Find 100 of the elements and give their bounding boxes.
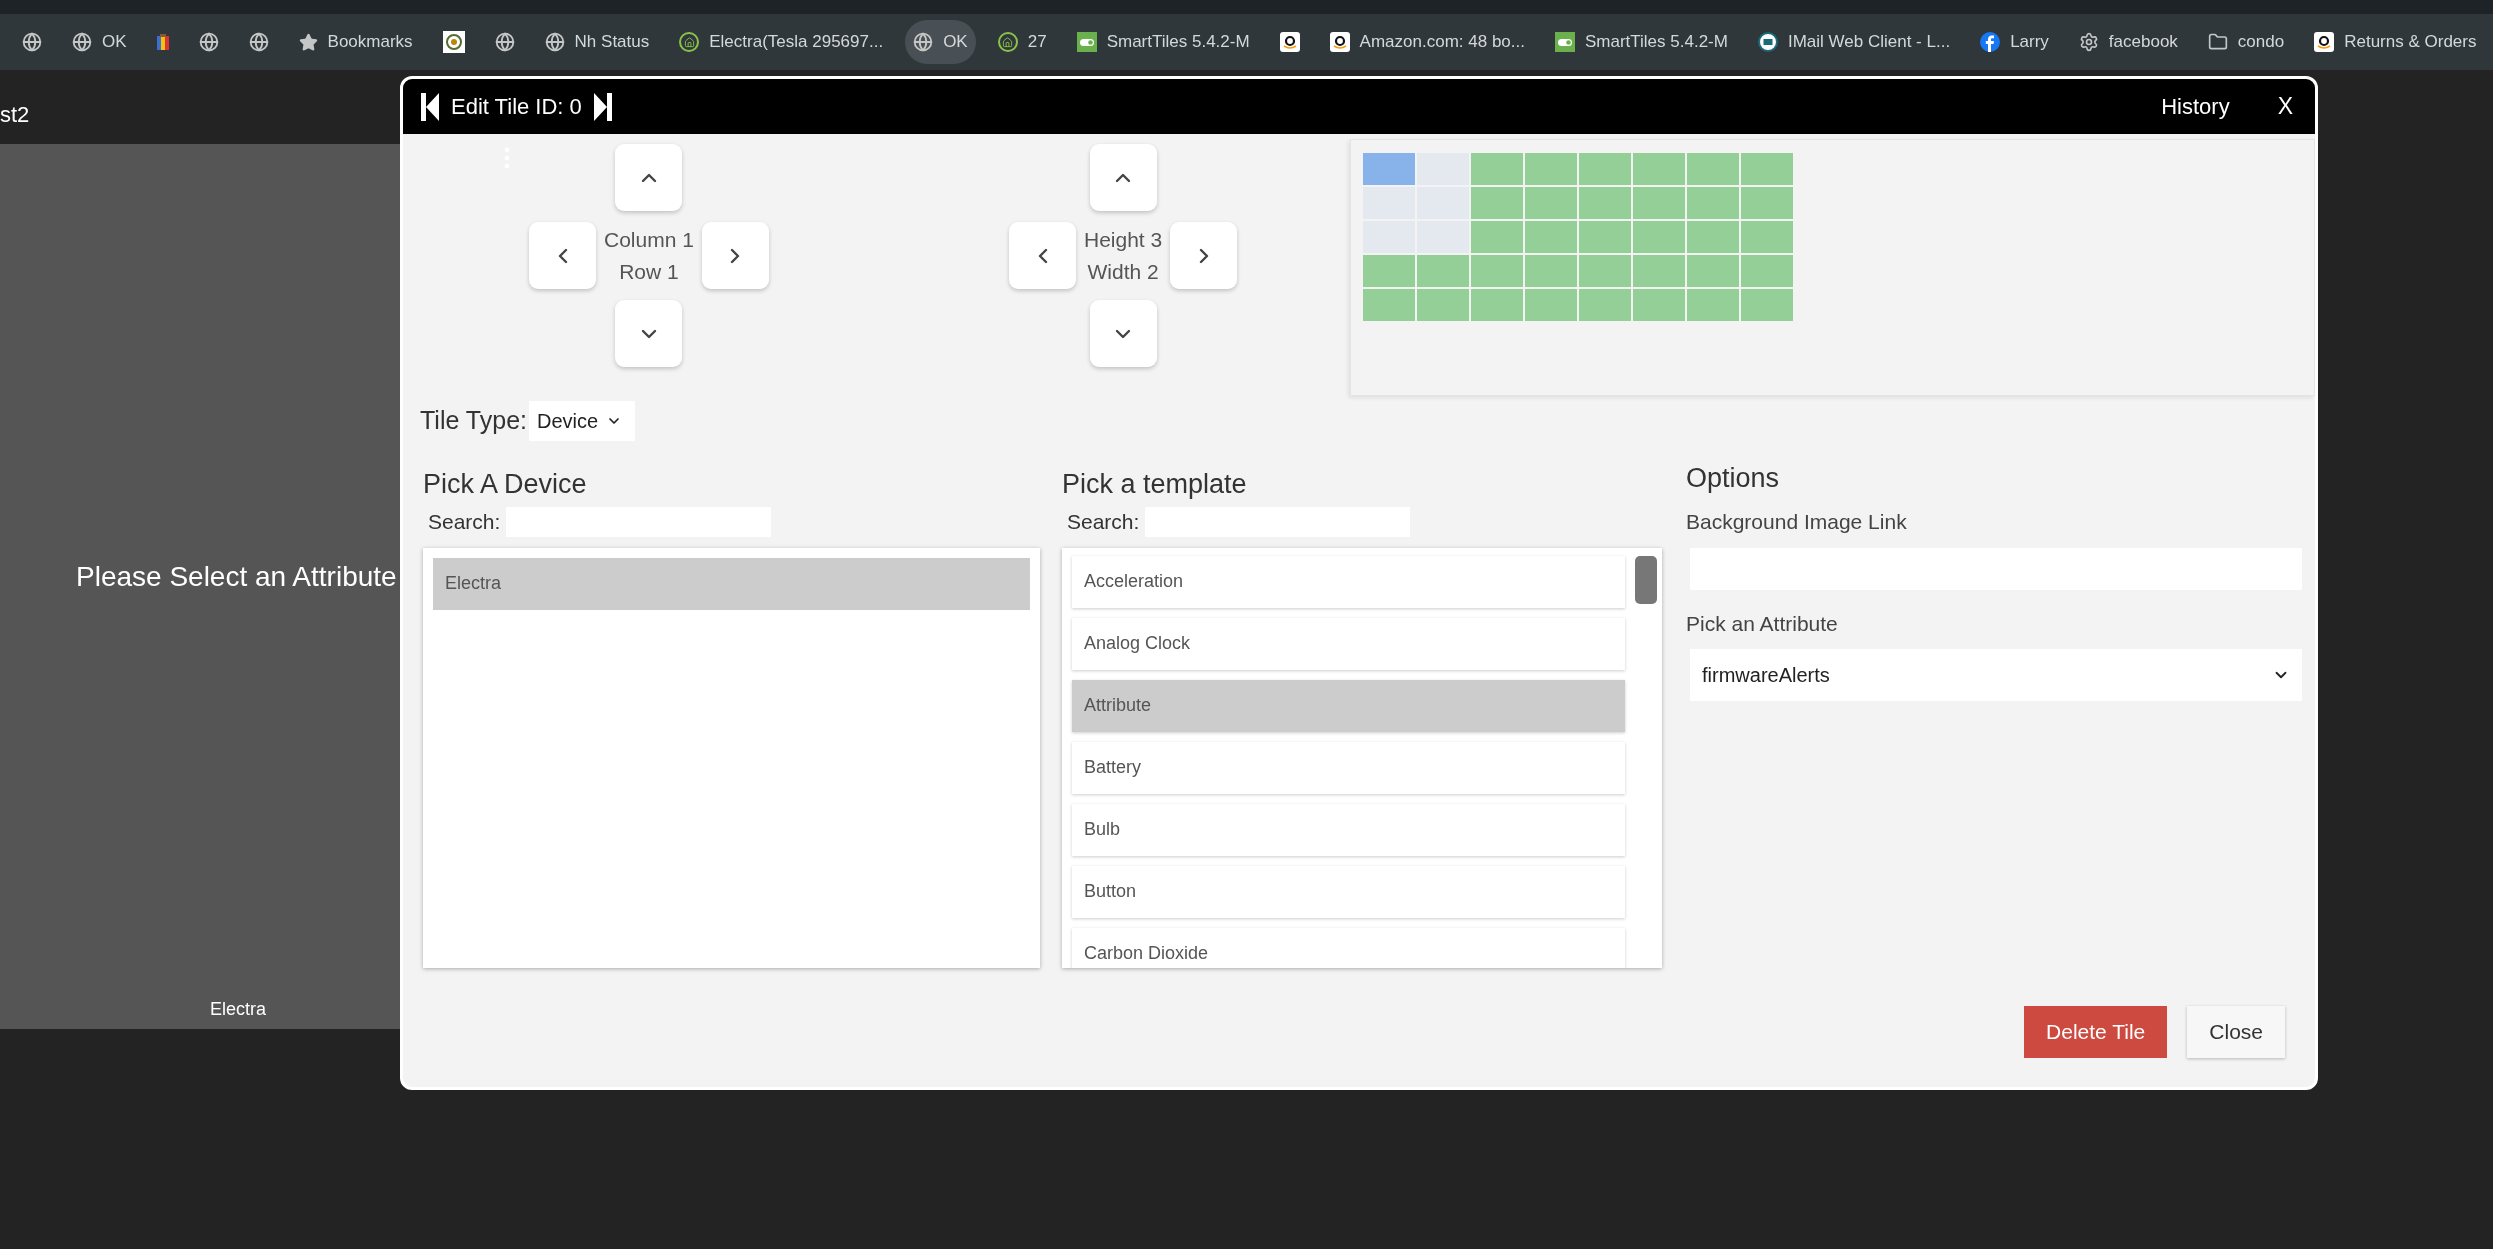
grid-cell[interactable] bbox=[1579, 153, 1632, 185]
move-down-button[interactable] bbox=[615, 300, 683, 367]
amazon-icon bbox=[1279, 32, 1300, 52]
house-icon bbox=[997, 32, 1018, 52]
template-list-item[interactable]: Analog Clock bbox=[1072, 617, 1625, 670]
grid-cell[interactable] bbox=[1633, 289, 1686, 321]
grid-cell[interactable] bbox=[1741, 221, 1794, 253]
bookmark[interactable]: Returns & Orders bbox=[2306, 20, 2485, 64]
grid-cell[interactable] bbox=[1525, 221, 1578, 253]
globe-icon bbox=[72, 32, 92, 52]
grid-cell[interactable] bbox=[1363, 289, 1416, 321]
folder-icon bbox=[2207, 32, 2228, 52]
scrollbar-thumb[interactable] bbox=[1635, 555, 1657, 604]
close-dialog-button[interactable]: Close bbox=[2187, 1005, 2285, 1058]
template-list-item[interactable]: Acceleration bbox=[1072, 555, 1625, 608]
facebook-icon bbox=[1980, 32, 2001, 52]
bookmark[interactable]: 27 bbox=[989, 20, 1055, 64]
column-label: Column 1 bbox=[604, 226, 694, 253]
grid-cell[interactable] bbox=[1417, 255, 1470, 287]
grid-cell[interactable] bbox=[1741, 255, 1794, 287]
globe-icon bbox=[248, 32, 269, 52]
grid-cell[interactable] bbox=[1687, 255, 1740, 287]
grid-cell[interactable] bbox=[1417, 187, 1470, 219]
height-up-button[interactable] bbox=[1089, 144, 1157, 211]
height-down-button[interactable] bbox=[1089, 300, 1157, 367]
template-list-item[interactable]: Battery bbox=[1072, 741, 1625, 794]
next-icon[interactable] bbox=[593, 92, 612, 121]
bookmark[interactable]: OK bbox=[64, 20, 135, 64]
grid-cell[interactable] bbox=[1363, 153, 1416, 185]
grid-cell[interactable] bbox=[1687, 153, 1740, 185]
template-list-item[interactable]: Bulb bbox=[1072, 803, 1625, 856]
dialog-close-x[interactable]: X bbox=[2277, 89, 2293, 124]
grid-cell[interactable] bbox=[1579, 187, 1632, 219]
move-left-button[interactable] bbox=[529, 222, 596, 289]
toggle-icon bbox=[1076, 32, 1097, 52]
grid-cell[interactable] bbox=[1471, 221, 1524, 253]
grid-cell[interactable] bbox=[1687, 289, 1740, 321]
bookmark[interactable]: Amazon.com: 48 bo... bbox=[1321, 20, 1533, 64]
width-up-button[interactable] bbox=[1170, 222, 1238, 289]
attribute-select[interactable]: firmwareAlerts bbox=[1690, 649, 2302, 701]
height-label: Height 3 bbox=[1084, 226, 1163, 253]
grid-cell[interactable] bbox=[1633, 153, 1686, 185]
bookmark[interactable]: Bookmarks bbox=[290, 20, 421, 64]
delete-tile-button[interactable]: Delete Tile bbox=[2024, 1005, 2168, 1058]
bookmark[interactable]: Nh Status bbox=[536, 20, 658, 64]
move-up-button[interactable] bbox=[615, 144, 683, 211]
tile-type-select[interactable]: Device bbox=[529, 401, 635, 441]
grid-cell[interactable] bbox=[1525, 187, 1578, 219]
grid-cell[interactable] bbox=[1417, 153, 1470, 185]
width-down-button[interactable] bbox=[1009, 222, 1076, 289]
grid-cell[interactable] bbox=[1525, 255, 1578, 287]
grid-cell[interactable] bbox=[1633, 221, 1686, 253]
template-list-item[interactable]: Button bbox=[1072, 865, 1625, 918]
template-list-item[interactable]: Carbon Dioxide bbox=[1072, 927, 1625, 968]
previous-icon[interactable] bbox=[421, 92, 439, 121]
grid-cell[interactable] bbox=[1579, 221, 1632, 253]
dialog-title: Edit Tile ID: 0 bbox=[451, 93, 582, 121]
grid-cell[interactable] bbox=[1525, 289, 1578, 321]
background-image-label: Background Image Link bbox=[1686, 509, 1908, 535]
grid-cell[interactable] bbox=[1633, 187, 1686, 219]
grid-cell[interactable] bbox=[1741, 289, 1794, 321]
bookmark[interactable]: IMail Web Client - L... bbox=[1749, 20, 1959, 64]
width-label: Width 2 bbox=[1087, 258, 1159, 285]
grid-cell[interactable] bbox=[1687, 187, 1740, 219]
tile-label: Electra bbox=[210, 998, 267, 1021]
grid-cell[interactable] bbox=[1417, 221, 1470, 253]
attribute-label: Pick an Attribute bbox=[1686, 610, 1839, 637]
grid-cell[interactable] bbox=[1741, 153, 1794, 185]
move-right-button[interactable] bbox=[701, 222, 769, 289]
search-label: Search: bbox=[1067, 509, 1140, 535]
device-list-item[interactable]: Electra bbox=[433, 557, 1030, 610]
pick-template-heading: Pick a template bbox=[1062, 468, 1248, 501]
bookmark[interactable]: condo bbox=[2199, 20, 2293, 64]
grid-cell[interactable] bbox=[1471, 187, 1524, 219]
bookmark[interactable]: OK bbox=[905, 20, 976, 64]
amazon-icon bbox=[1329, 32, 1350, 52]
tile-type-label: Tile Type: bbox=[420, 405, 527, 437]
grid-cell[interactable] bbox=[1417, 289, 1470, 321]
page-tab-label: st2 bbox=[0, 101, 30, 129]
grid-cell[interactable] bbox=[1633, 255, 1686, 287]
bookmark[interactable]: SmartTiles 5.4.2-M bbox=[1068, 20, 1258, 64]
grid-cell[interactable] bbox=[1471, 153, 1524, 185]
bookmark[interactable]: facebook bbox=[2070, 20, 2186, 64]
history-link[interactable]: History bbox=[2161, 90, 2230, 123]
grid-cell[interactable] bbox=[1579, 255, 1632, 287]
grid-cell[interactable] bbox=[1471, 289, 1524, 321]
globe-icon bbox=[22, 32, 42, 52]
row-label: Row 1 bbox=[619, 258, 679, 285]
grid-cell[interactable] bbox=[1525, 153, 1578, 185]
grid-cell[interactable] bbox=[1741, 187, 1794, 219]
grid-cell[interactable] bbox=[1471, 255, 1524, 287]
bookmark[interactable]: Electra(Tesla 295697... bbox=[671, 20, 892, 64]
grid-cell[interactable] bbox=[1363, 255, 1416, 287]
colorbar-icon bbox=[156, 34, 169, 50]
bookmark[interactable]: SmartTiles 5.4.2-M bbox=[1546, 20, 1736, 64]
template-list-item[interactable]: Attribute bbox=[1072, 679, 1625, 732]
bookmark[interactable]: Larry bbox=[1972, 20, 2057, 64]
star-icon bbox=[298, 32, 318, 52]
grid-cell[interactable] bbox=[1687, 221, 1740, 253]
grid-cell[interactable] bbox=[1579, 289, 1632, 321]
